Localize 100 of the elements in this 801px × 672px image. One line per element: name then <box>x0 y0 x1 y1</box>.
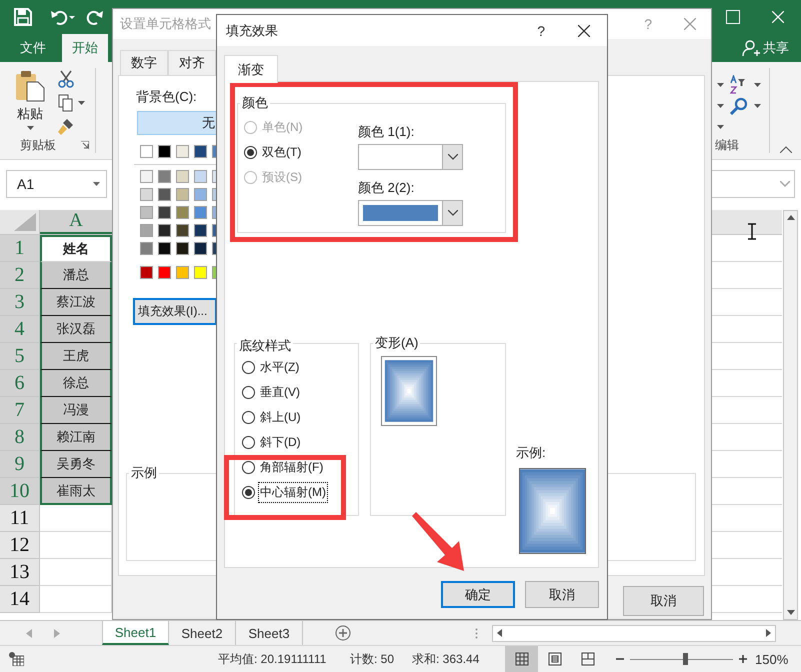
radio-option[interactable]: 水平(Z) <box>242 359 300 376</box>
sort-filter-icon[interactable] <box>730 75 748 96</box>
clipboard-icon <box>15 70 45 102</box>
dialog-tab[interactable]: 渐变 <box>224 55 278 83</box>
copy-icon[interactable] <box>58 94 74 112</box>
search-icon[interactable] <box>730 97 748 115</box>
chevron-down-icon[interactable] <box>448 210 458 216</box>
view-button[interactable] <box>505 646 538 672</box>
sheet-tab[interactable]: Sheet1 <box>102 621 169 645</box>
caret-icon[interactable] <box>754 83 761 88</box>
color-swatch[interactable] <box>140 266 153 279</box>
scroll-left-icon[interactable] <box>497 629 502 637</box>
color-swatch[interactable] <box>194 266 207 279</box>
maximize-icon[interactable] <box>726 10 740 24</box>
dialog-tab[interactable]: 数字 <box>120 50 168 75</box>
chevron-down-icon[interactable] <box>448 154 458 160</box>
color-swatch[interactable] <box>140 145 153 158</box>
color-swatch[interactable] <box>194 206 207 219</box>
caret-icon[interactable] <box>717 124 724 129</box>
color-swatch[interactable] <box>212 206 216 219</box>
color-swatch[interactable] <box>140 206 153 219</box>
gradient-variant[interactable] <box>381 356 437 426</box>
add-sheet-icon[interactable] <box>335 625 351 641</box>
caret-icon[interactable] <box>717 104 724 108</box>
radio-option[interactable]: 双色(T) <box>244 144 302 161</box>
color-swatch[interactable] <box>212 242 216 255</box>
color-swatch[interactable] <box>158 224 171 237</box>
zoom-level[interactable]: 150% <box>755 652 788 666</box>
scissors-icon[interactable] <box>58 70 74 88</box>
color-swatch[interactable] <box>158 206 171 219</box>
color-swatch[interactable] <box>158 266 171 279</box>
color-swatch[interactable] <box>212 188 216 201</box>
color-swatch[interactable] <box>176 206 189 219</box>
caret-icon[interactable] <box>26 126 34 130</box>
cancel-button[interactable]: 取消 <box>525 581 599 608</box>
color-dropdown[interactable] <box>358 200 463 226</box>
color-swatch[interactable] <box>176 170 189 183</box>
color-swatch[interactable] <box>212 266 216 279</box>
dialog-tab[interactable]: 对齐 <box>168 50 216 75</box>
color-swatch[interactable] <box>176 145 189 158</box>
color-swatch[interactable] <box>158 242 171 255</box>
caret-icon[interactable] <box>93 182 100 186</box>
caret-icon[interactable] <box>754 104 761 108</box>
table-cell: 蔡江波 <box>40 289 112 316</box>
color-swatch[interactable] <box>194 170 207 183</box>
radio-option[interactable]: 斜下(D) <box>242 434 301 451</box>
table-cell: 崔雨太 <box>40 478 112 505</box>
scroll-down-icon[interactable] <box>786 610 794 615</box>
radio-option[interactable]: 垂直(V) <box>242 384 300 401</box>
field-label: 颜色 2(2): <box>358 180 416 196</box>
close-icon[interactable] <box>578 24 590 36</box>
color-swatch[interactable] <box>176 266 189 279</box>
color-swatch[interactable] <box>158 170 171 183</box>
color-swatch[interactable] <box>194 188 207 201</box>
radio-option[interactable]: 中心辐射(M) <box>242 484 326 501</box>
no-color-button[interactable]: 无 <box>137 111 217 135</box>
horizontal-scrollbar[interactable] <box>492 624 776 642</box>
color-swatch[interactable] <box>140 170 153 183</box>
color-swatch[interactable] <box>158 188 171 201</box>
color-swatch[interactable] <box>140 242 153 255</box>
undo-icon[interactable] <box>50 8 76 26</box>
radio-option[interactable]: 斜上(U) <box>242 409 301 426</box>
share-button[interactable]: 共享 <box>742 34 789 62</box>
dots-icon[interactable] <box>475 628 478 638</box>
scroll-up-icon[interactable] <box>786 215 794 220</box>
ribbon-tab[interactable]: 开始 <box>62 34 108 62</box>
collapse-icon[interactable] <box>780 146 792 153</box>
color-swatch[interactable] <box>140 224 153 237</box>
color-swatch[interactable] <box>176 242 189 255</box>
color-swatch[interactable] <box>158 145 171 158</box>
sample-label: 示例: <box>516 445 547 461</box>
column-header[interactable]: A <box>40 210 112 234</box>
name-box[interactable]: A1 <box>6 170 107 198</box>
color-swatch[interactable] <box>140 188 153 201</box>
caret-icon[interactable] <box>717 83 724 88</box>
caret-icon[interactable] <box>78 101 85 105</box>
color-swatch[interactable] <box>212 145 216 158</box>
formula-field[interactable] <box>712 170 795 198</box>
save-icon[interactable] <box>14 8 32 26</box>
ribbon-tab[interactable]: 文件 <box>10 34 56 62</box>
color-swatch[interactable] <box>212 170 216 183</box>
color-swatch[interactable] <box>194 145 207 158</box>
brush-icon[interactable] <box>58 118 74 136</box>
scroll-right-icon[interactable] <box>766 629 771 637</box>
color-swatch[interactable] <box>176 224 189 237</box>
launcher-icon[interactable] <box>81 141 89 149</box>
help-button[interactable]: ? <box>537 22 545 38</box>
color-swatch[interactable] <box>194 242 207 255</box>
ok-button[interactable]: 确定 <box>441 581 515 608</box>
color-swatch[interactable] <box>176 188 189 201</box>
macro-icon[interactable] <box>9 652 24 666</box>
color-dropdown[interactable] <box>358 144 463 170</box>
radio-option[interactable]: 角部辐射(F) <box>242 459 324 476</box>
color-swatch[interactable] <box>212 224 216 237</box>
color-swatch[interactable] <box>194 224 207 237</box>
fill-effects-button[interactable]: 填充效果(I)... <box>133 298 217 325</box>
zoom-slider[interactable] <box>682 652 688 664</box>
cancel-button[interactable]: 取消 <box>623 586 704 616</box>
zoom-in-icon[interactable] <box>739 655 747 663</box>
paste-button[interactable]: 粘贴 <box>8 68 52 137</box>
